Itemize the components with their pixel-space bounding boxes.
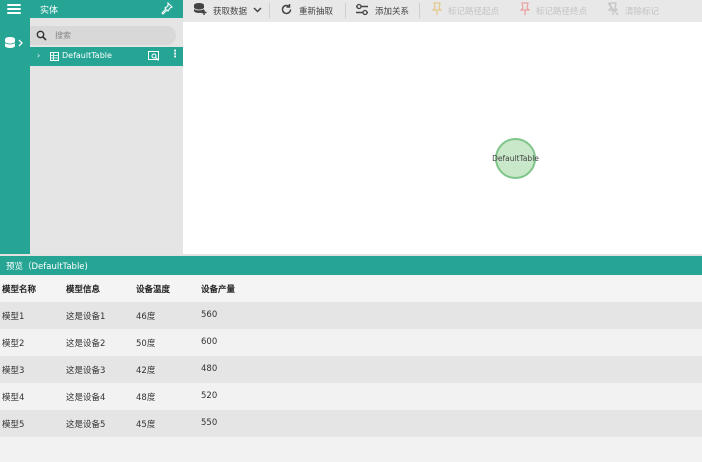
toolbar: 获取数据 重新抽取 添加关系 标记路径起点 标记路径终点 清除标记 xyxy=(183,0,702,22)
table-row[interactable]: 模型5 这是设备5 45度 550 xyxy=(0,410,702,437)
table-row[interactable]: 模型1 这是设备1 46度 560 xyxy=(0,302,702,329)
add-relation-label: 添加关系 xyxy=(375,6,410,17)
entity-panel-title: 实体 xyxy=(40,6,59,16)
left-rail xyxy=(0,0,30,254)
clear-mark-label: 清除标记 xyxy=(625,6,660,17)
clear-mark-button[interactable]: 清除标记 xyxy=(607,2,660,19)
pin-start-icon xyxy=(431,2,443,19)
table-icon xyxy=(50,52,59,64)
preview-title: 预览（DefaultTable) xyxy=(6,262,88,272)
tree-item-label: DefaultTable xyxy=(62,51,112,60)
column-header[interactable]: 模型名称 xyxy=(2,283,36,295)
preview-icon[interactable] xyxy=(148,51,160,64)
chevron-right-icon[interactable]: › xyxy=(37,51,40,60)
table-cell: 这是设备4 xyxy=(66,393,106,403)
table-cell: 这是设备5 xyxy=(66,420,106,430)
pin-off-icon xyxy=(607,2,619,19)
database-icon[interactable] xyxy=(4,36,26,53)
table-cell: 模型5 xyxy=(2,420,25,430)
fetch-data-button[interactable]: 获取数据 xyxy=(193,3,262,18)
fetch-data-label: 获取数据 xyxy=(213,6,248,17)
table-cell: 42度 xyxy=(136,366,156,376)
table-cell: 50度 xyxy=(136,339,156,349)
column-header[interactable]: 设备产量 xyxy=(201,283,235,295)
search-icon xyxy=(36,30,47,44)
table-header-row: 模型名称 模型信息 设备温度 设备产量 xyxy=(0,275,702,302)
preview-header: 预览（DefaultTable) xyxy=(0,256,702,275)
graph-node-defaulttable[interactable]: DefaultTable xyxy=(492,138,539,179)
pin-icon[interactable] xyxy=(161,1,173,18)
graph-canvas[interactable]: DefaultTable xyxy=(183,22,702,254)
chevron-down-icon[interactable] xyxy=(253,6,262,16)
mark-start-label: 标记路径起点 xyxy=(448,6,500,17)
search-input[interactable] xyxy=(55,29,165,42)
mark-start-button[interactable]: 标记路径起点 xyxy=(431,2,500,19)
table-cell: 模型3 xyxy=(2,366,25,376)
table-cell: 45度 xyxy=(136,420,156,430)
mark-end-button[interactable]: 标记路径终点 xyxy=(519,2,588,19)
table-row[interactable]: 模型3 这是设备3 42度 480 xyxy=(0,356,702,383)
table-cell: 模型2 xyxy=(2,339,25,349)
more-vertical-icon[interactable]: ⋮ xyxy=(170,49,180,60)
table-cell: 模型1 xyxy=(2,312,25,322)
toolbar-separator xyxy=(419,3,420,18)
table-cell: 560 xyxy=(201,310,218,320)
add-relation-button[interactable]: 添加关系 xyxy=(355,3,409,18)
table-row[interactable]: 模型4 这是设备4 48度 520 xyxy=(0,383,702,410)
table-cell: 48度 xyxy=(136,393,156,403)
toolbar-separator xyxy=(345,3,346,18)
table-cell: 这是设备3 xyxy=(66,366,106,376)
table-cell: 这是设备2 xyxy=(66,339,106,349)
mark-end-label: 标记路径终点 xyxy=(536,6,588,17)
preview-table: 模型名称 模型信息 设备温度 设备产量 模型1 这是设备1 46度 560 模型… xyxy=(0,275,702,462)
table-cell: 46度 xyxy=(136,312,156,322)
refresh-icon xyxy=(280,3,293,19)
relation-icon xyxy=(355,3,369,19)
toolbar-separator xyxy=(269,3,270,18)
reextract-label: 重新抽取 xyxy=(299,6,334,17)
database-add-icon xyxy=(193,2,207,19)
search-box[interactable] xyxy=(30,26,176,45)
graph-node-label: DefaultTable xyxy=(492,154,539,163)
table-cell: 520 xyxy=(201,391,218,401)
table-cell: 600 xyxy=(201,337,218,347)
tree-item-defaulttable[interactable]: › DefaultTable ⋮ xyxy=(30,47,183,66)
pin-end-icon xyxy=(519,2,531,19)
entity-panel-header: 实体 xyxy=(30,0,183,18)
column-header[interactable]: 设备温度 xyxy=(136,283,170,295)
table-cell: 480 xyxy=(201,364,218,374)
table-cell: 这是设备1 xyxy=(66,312,106,322)
table-cell: 模型4 xyxy=(2,393,25,403)
reextract-button[interactable]: 重新抽取 xyxy=(280,3,333,18)
hamburger-menu-icon[interactable] xyxy=(7,4,21,14)
entity-panel: 实体 › DefaultTable ⋮ xyxy=(30,0,183,254)
table-row[interactable]: 模型2 这是设备2 50度 600 xyxy=(0,329,702,356)
table-cell: 550 xyxy=(201,418,218,428)
column-header[interactable]: 模型信息 xyxy=(66,283,100,295)
